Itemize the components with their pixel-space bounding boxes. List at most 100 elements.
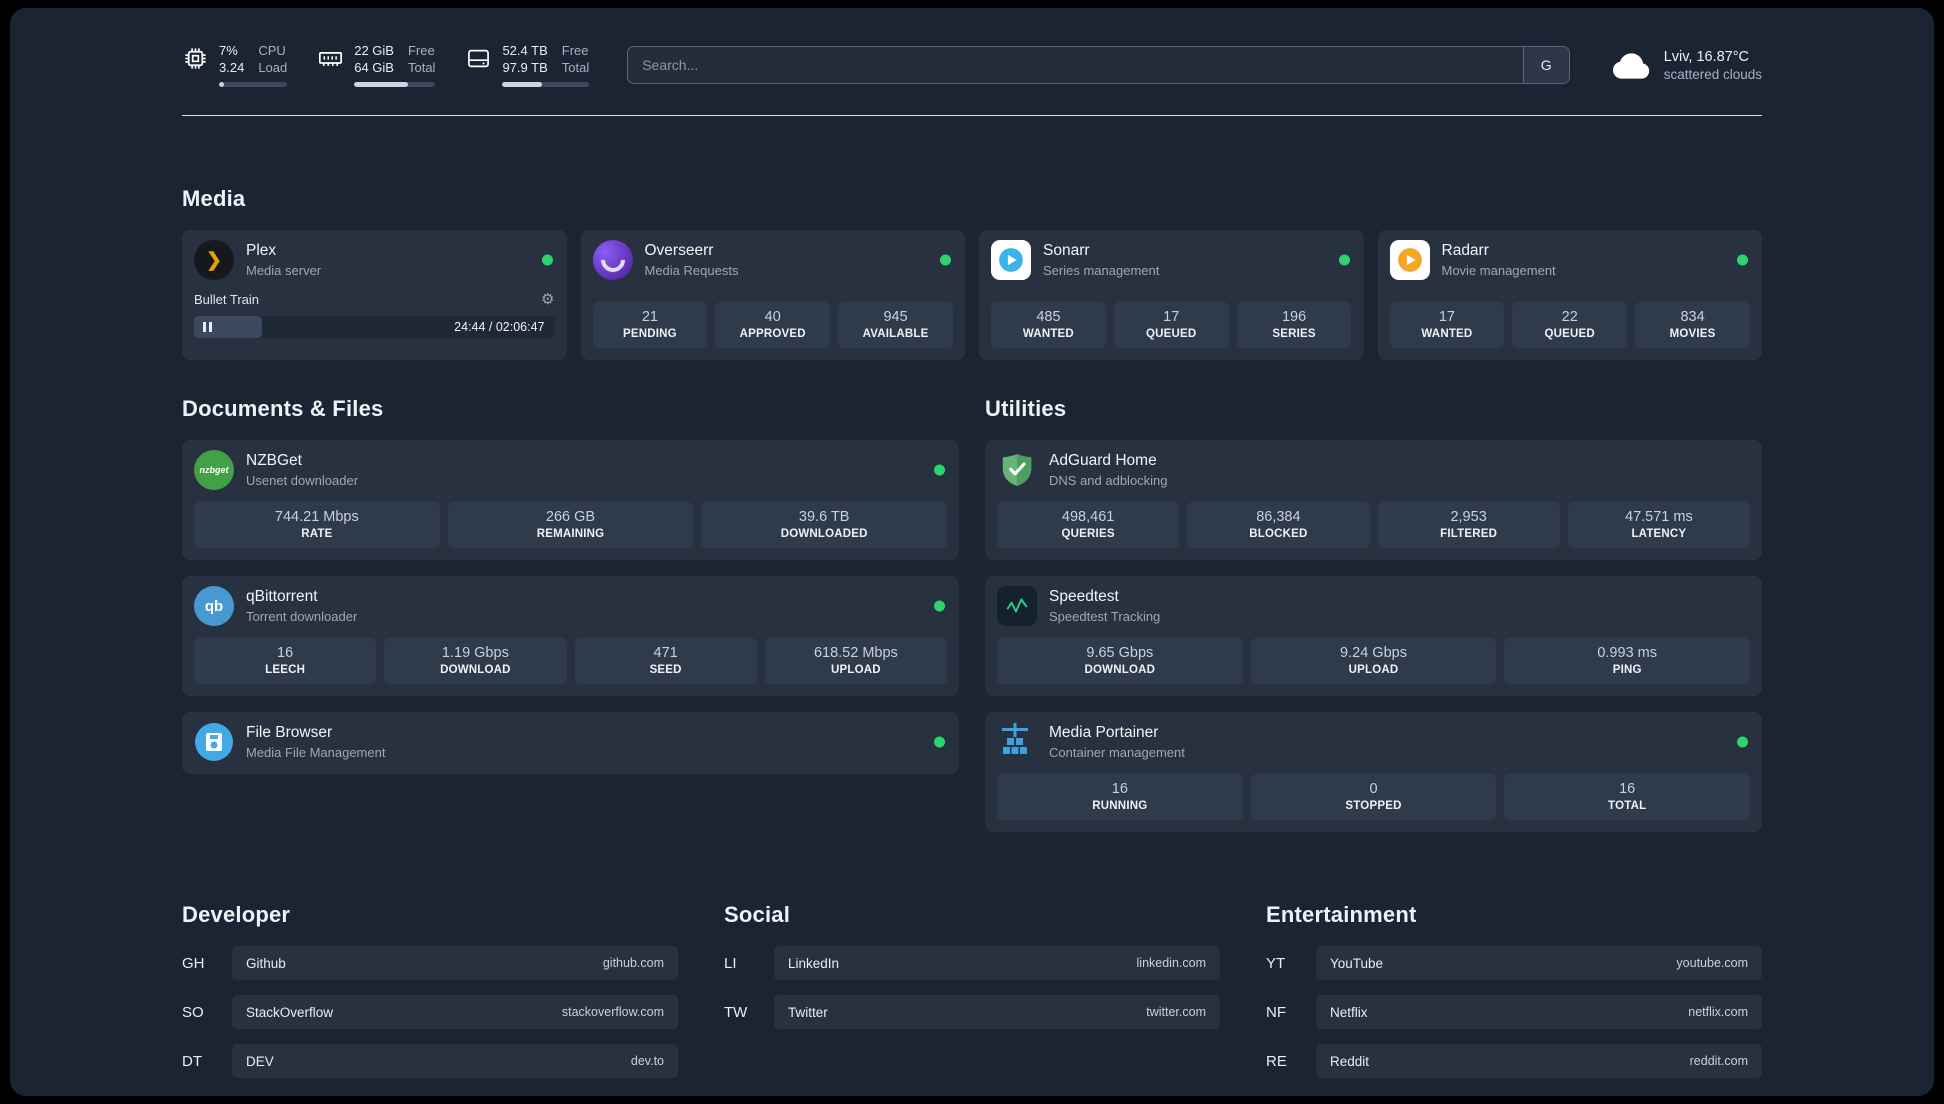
status-dot [1338,254,1350,266]
service-card-sonarr[interactable]: Sonarr Series management 485 WANTED 17 QUE… [979,230,1364,360]
bookmark-row: GH Github github.com [182,946,678,980]
now-playing-title: Bullet Train [194,291,260,307]
qbittorrent-icon: qb [194,586,234,626]
service-card-nzbget[interactable]: nzbget NZBGet Usenet downloader 744.21 M… [182,440,959,560]
sonarr-icon [991,240,1031,280]
status-dot [1737,254,1748,266]
service-subtitle: Media Requests [644,263,739,278]
disk-progress-track [502,82,590,87]
memory-widget: 22 GiB 64 GiB Free Total [317,42,436,87]
bookmark-link-linkedin[interactable]: LinkedIn linkedin.com [774,946,1220,980]
ram-free-value: 22 GiB [354,43,394,58]
search-provider-button[interactable]: G [1522,46,1569,83]
ram-icon [317,45,344,72]
stat-queued: 17 QUEUED [1113,302,1229,348]
stat-downloaded: 39.6 TB DOWNLOADED [701,502,948,548]
service-subtitle: Usenet downloader [246,473,359,488]
service-name: AdGuard Home [1049,452,1157,469]
bookmark-row: DT DEV dev.to [182,1044,678,1078]
stat-movies: 834 MOVIES [1635,302,1750,348]
playback-time: 24:44 / 02:06:47 [454,320,545,334]
service-subtitle: Movie management [1441,263,1556,278]
status-dot [541,254,553,266]
service-name: File Browser [246,724,333,741]
nzbget-icon: nzbget [194,450,234,490]
service-card-radarr[interactable]: Radarr Movie management 17 WANTED 22 QUEUE… [1377,230,1762,360]
disk-free-value: 52.4 TB [502,43,548,58]
bookmark-abbr: DT [182,1052,202,1070]
service-name: Sonarr [1043,242,1090,259]
service-subtitle: Container management [1049,745,1185,760]
disk-label-bottom: Total [561,60,590,75]
bookmark-row: SO StackOverflow stackoverflow.com [182,995,678,1029]
stat-queries: 498,461 QUERIES [997,502,1180,548]
bookmark-abbr: GH [182,954,205,972]
bookmark-abbr: NF [1266,1003,1286,1021]
service-subtitle: Series management [1043,263,1160,278]
stat-running: 16 RUNNING [997,774,1243,820]
disk-label-top: Free [561,43,589,58]
stat-seed: 471 SEED [574,638,757,684]
ram-total-value: 64 GiB [354,60,394,75]
portainer-icon [997,722,1037,762]
search-input[interactable] [628,46,1523,83]
service-subtitle: Speedtest Tracking [1049,609,1161,624]
playback-progress-bar[interactable]: 24:44 / 02:06:47 [194,316,555,338]
cpu-label-top: CPU [258,43,286,58]
stat-filtered: 2,953 FILTERED [1377,502,1560,548]
bookmark-link-netflix[interactable]: Netflix netflix.com [1316,995,1762,1029]
service-card-qbittorrent[interactable]: qb qBittorrent Torrent downloader 16 LEEC… [182,576,959,696]
adguard-icon [997,450,1037,490]
bookmark-row: NF Netflix netflix.com [1266,995,1762,1029]
overseerr-icon [592,240,633,280]
weather-location: Lviv, 16.87°C [1663,49,1750,65]
service-card-adguard[interactable]: AdGuard Home DNS and adblocking 498,461 Q… [985,440,1762,560]
status-dot [934,736,945,748]
disk-icon [465,45,492,72]
bookmark-link-github[interactable]: Github github.com [232,946,678,980]
cpu-label-bottom: Load [258,60,288,75]
bookmark-abbr: RE [1266,1052,1287,1070]
stat-stopped: 0 STOPPED [1250,774,1497,820]
cpu-usage-value: 7% [219,43,238,58]
service-card-filebrowser[interactable]: File Browser Media File Management [182,712,959,774]
cloud-icon [1608,48,1652,82]
radarr-icon [1389,240,1430,280]
gear-icon[interactable]: ⚙ [541,290,554,308]
bookmark-group-developer: Developer GH Github github.com SO StackO… [182,902,678,1093]
service-name: Radarr [1441,242,1489,259]
service-name: Media Portainer [1049,724,1159,741]
stat-remaining: 266 GB REMAINING [447,502,694,548]
ram-progress-track [354,82,436,87]
service-card-portainer[interactable]: Media Portainer Container management 16 R… [985,712,1762,832]
plex-icon: ❯ [194,240,234,280]
status-dot [1737,736,1748,748]
service-subtitle: DNS and adblocking [1049,473,1168,488]
service-card-plex[interactable]: ❯ Plex Media server Bullet Train ⚙ 24:44… [182,230,567,360]
pause-icon[interactable] [203,322,212,332]
section-utilities: Utilities AdGuard Home DNS and adblockin… [985,396,1762,832]
stat-wanted: 485 WANTED [991,302,1106,348]
bookmark-group-social: Social LI LinkedIn linkedin.com TW Twitt… [724,902,1220,1093]
section-title-developer: Developer [182,902,291,927]
bookmark-link-youtube[interactable]: YouTube youtube.com [1316,946,1762,980]
stat-latency: 47.571 ms LATENCY [1567,502,1750,548]
bookmark-abbr: LI [724,954,737,972]
bookmark-link-reddit[interactable]: Reddit reddit.com [1316,1044,1762,1078]
stat-blocked: 86,384 BLOCKED [1187,502,1370,548]
section-title-documents: Documents & Files [182,396,384,421]
service-name: Plex [246,242,277,259]
section-title-media: Media [182,186,246,211]
service-card-speedtest[interactable]: Speedtest Speedtest Tracking 9.65 Gbps DO… [985,576,1762,696]
bookmark-link-twitter[interactable]: Twitter twitter.com [774,995,1220,1029]
stat-ping: 0.993 ms PING [1504,638,1751,684]
stat-series: 196 SERIES [1236,302,1352,348]
cpu-progress-track [219,82,288,87]
stat-pending: 21 PENDING [592,302,708,348]
bookmark-group-entertainment: Entertainment YT YouTube youtube.com NF … [1266,902,1762,1093]
service-name: Speedtest [1049,588,1119,605]
bookmark-link-stackoverflow[interactable]: StackOverflow stackoverflow.com [232,995,678,1029]
bookmark-link-dev[interactable]: DEV dev.to [232,1044,678,1078]
service-card-overseerr[interactable]: Overseerr Media Requests 21 PENDING 40 APP… [580,230,965,360]
bookmark-abbr: SO [182,1003,204,1021]
